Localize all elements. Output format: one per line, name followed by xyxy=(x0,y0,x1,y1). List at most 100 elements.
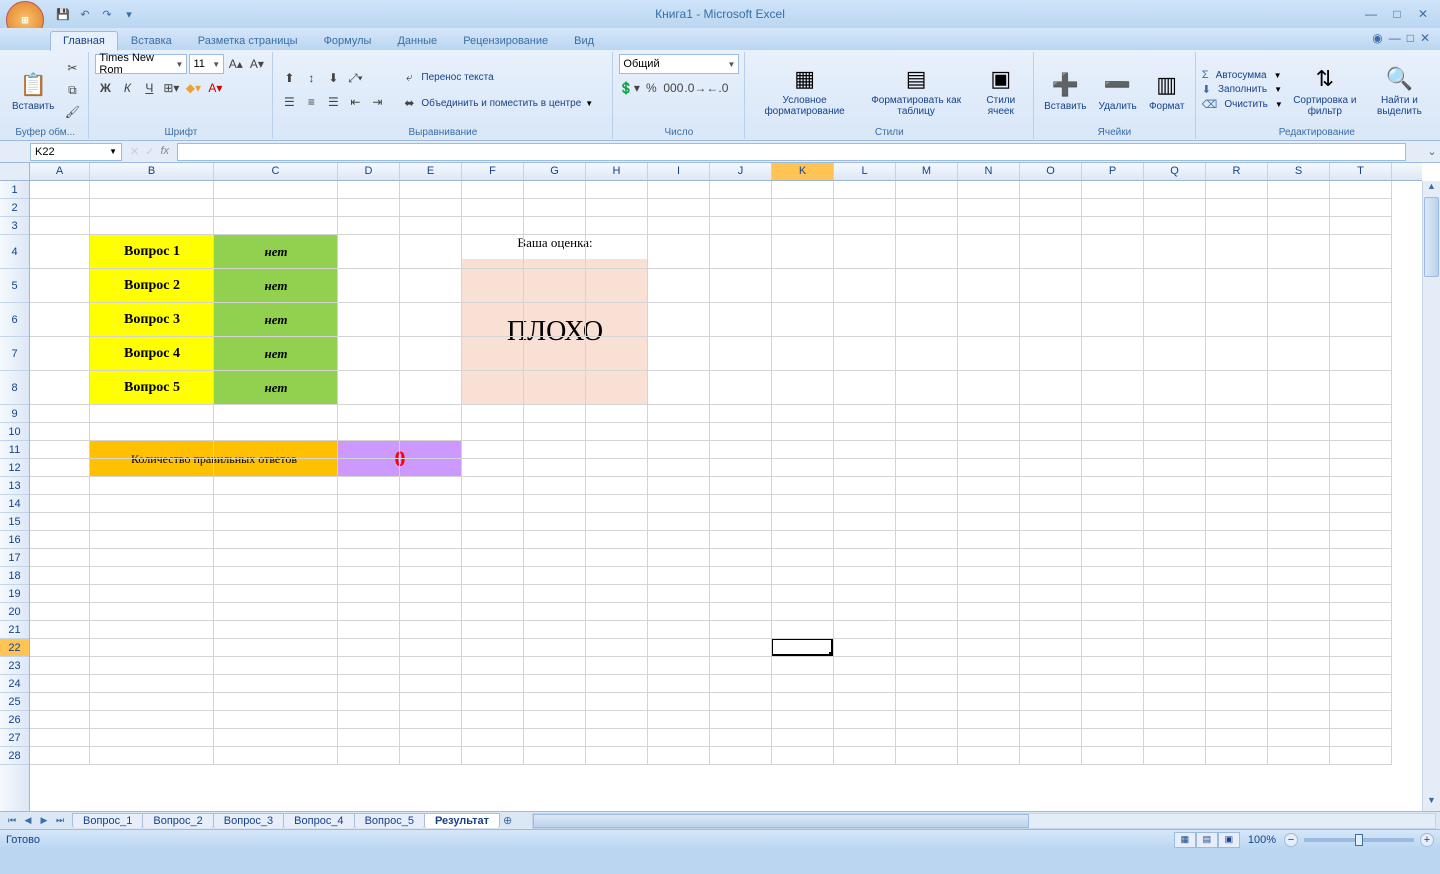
row-header-26[interactable]: 26 xyxy=(0,711,29,729)
row-header-17[interactable]: 17 xyxy=(0,549,29,567)
format-painter-icon[interactable]: 🖌 xyxy=(62,102,82,122)
number-format-combo[interactable]: Общий▼ xyxy=(619,54,739,74)
column-headers[interactable]: ABCDEFGHIJKLMNOPQRST xyxy=(30,163,1422,181)
tab-view[interactable]: Вид xyxy=(561,31,607,51)
row-header-19[interactable]: 19 xyxy=(0,585,29,603)
border-icon[interactable]: ⊞▾ xyxy=(161,78,181,98)
select-all-corner[interactable] xyxy=(0,163,30,181)
shrink-font-icon[interactable]: A▾ xyxy=(247,54,266,74)
row-header-24[interactable]: 24 xyxy=(0,675,29,693)
ribbon-close-icon[interactable]: ✕ xyxy=(1420,31,1430,45)
dec-decimal-icon[interactable]: ←.0 xyxy=(707,78,727,98)
close-button[interactable]: ✕ xyxy=(1412,6,1434,22)
grow-font-icon[interactable]: A▴ xyxy=(226,54,245,74)
fill-color-icon[interactable]: ◆▾ xyxy=(183,78,203,98)
percent-icon[interactable]: % xyxy=(641,78,661,98)
col-header-o[interactable]: O xyxy=(1020,163,1082,180)
sheet-tab-результат[interactable]: Результат xyxy=(424,813,500,828)
underline-button[interactable]: Ч xyxy=(139,78,159,98)
tab-home[interactable]: Главная xyxy=(50,31,118,51)
col-header-j[interactable]: J xyxy=(710,163,772,180)
row-header-27[interactable]: 27 xyxy=(0,729,29,747)
row-header-25[interactable]: 25 xyxy=(0,693,29,711)
minimize-button[interactable]: ― xyxy=(1360,6,1382,22)
row-header-3[interactable]: 3 xyxy=(0,217,29,235)
italic-button[interactable]: К xyxy=(117,78,137,98)
row-header-23[interactable]: 23 xyxy=(0,657,29,675)
sheet-nav-next-icon[interactable]: ▶ xyxy=(36,815,52,826)
col-header-r[interactable]: R xyxy=(1206,163,1268,180)
row-header-12[interactable]: 12 xyxy=(0,459,29,477)
tab-data[interactable]: Данные xyxy=(384,31,450,51)
col-header-l[interactable]: L xyxy=(834,163,896,180)
sheet-tab-вопрос_4[interactable]: Вопрос_4 xyxy=(283,813,354,828)
save-icon[interactable]: 💾 xyxy=(54,5,72,23)
help-icon[interactable]: ◉ xyxy=(1372,31,1382,45)
row-header-16[interactable]: 16 xyxy=(0,531,29,549)
font-color-icon[interactable]: A▾ xyxy=(205,78,225,98)
cut-icon[interactable]: ✂ xyxy=(62,58,82,78)
ribbon-minimize-icon[interactable]: ― xyxy=(1389,31,1401,45)
col-header-d[interactable]: D xyxy=(338,163,400,180)
col-header-i[interactable]: I xyxy=(648,163,710,180)
col-header-n[interactable]: N xyxy=(958,163,1020,180)
row-header-15[interactable]: 15 xyxy=(0,513,29,531)
orientation-icon[interactable]: ⤢▾ xyxy=(345,68,365,88)
sheet-nav-prev-icon[interactable]: ◀ xyxy=(20,815,36,826)
hscroll-thumb[interactable] xyxy=(533,814,1029,828)
expand-formula-bar-icon[interactable]: ⌄ xyxy=(1424,145,1440,158)
paste-button[interactable]: 📋 Вставить xyxy=(8,54,58,126)
indent-dec-icon[interactable]: ⇤ xyxy=(345,92,365,112)
col-header-t[interactable]: T xyxy=(1330,163,1392,180)
sheet-tab-вопрос_1[interactable]: Вопрос_1 xyxy=(72,813,143,828)
view-page-break-icon[interactable]: ▣ xyxy=(1218,832,1240,848)
zoom-level[interactable]: 100% xyxy=(1248,834,1276,846)
autosum-button[interactable]: Σ Автосумма ▼ xyxy=(1202,69,1283,81)
enter-formula-icon[interactable]: ✓ xyxy=(145,145,154,158)
cells-area[interactable]: Вопрос 1 нет Вопрос 2 нет Вопрос 3 нет В… xyxy=(30,181,1422,811)
align-center-icon[interactable]: ≡ xyxy=(301,92,321,112)
tab-insert[interactable]: Вставка xyxy=(118,31,185,51)
col-header-q[interactable]: Q xyxy=(1144,163,1206,180)
font-size-combo[interactable]: 11▼ xyxy=(189,54,224,74)
row-header-6[interactable]: 6 xyxy=(0,303,29,337)
sort-filter-button[interactable]: ⇅Сортировка и фильтр xyxy=(1287,54,1363,126)
col-header-s[interactable]: S xyxy=(1268,163,1330,180)
view-page-layout-icon[interactable]: ▤ xyxy=(1196,832,1218,848)
zoom-in-button[interactable]: + xyxy=(1420,833,1434,847)
scroll-up-icon[interactable]: ▲ xyxy=(1423,181,1440,197)
wrap-text-button[interactable]: ⤶Перенос текста xyxy=(399,67,593,87)
tab-formulas[interactable]: Формулы xyxy=(311,31,385,51)
new-sheet-icon[interactable]: ⊕ xyxy=(503,814,512,827)
align-left-icon[interactable]: ☰ xyxy=(279,92,299,112)
sheet-tab-вопрос_2[interactable]: Вопрос_2 xyxy=(142,813,213,828)
ribbon-restore-icon[interactable]: □ xyxy=(1407,31,1414,45)
row-header-20[interactable]: 20 xyxy=(0,603,29,621)
fill-button[interactable]: ⬇ Заполнить ▼ xyxy=(1202,83,1283,96)
row-header-18[interactable]: 18 xyxy=(0,567,29,585)
clear-button[interactable]: ⌫ Очистить ▼ xyxy=(1202,98,1283,111)
insert-cells-button[interactable]: ➕Вставить xyxy=(1040,54,1090,126)
qat-dropdown-icon[interactable]: ▾ xyxy=(120,5,138,23)
align-top-icon[interactable]: ⬆ xyxy=(279,68,299,88)
view-normal-icon[interactable]: ▦ xyxy=(1174,832,1196,848)
formula-input[interactable] xyxy=(177,143,1406,161)
col-header-m[interactable]: M xyxy=(896,163,958,180)
conditional-formatting-button[interactable]: ▦Условное форматирование xyxy=(751,54,857,126)
vertical-scrollbar[interactable]: ▲ ▼ xyxy=(1422,181,1440,811)
find-select-button[interactable]: 🔍Найти и выделить xyxy=(1367,54,1432,126)
align-right-icon[interactable]: ☰ xyxy=(323,92,343,112)
row-header-28[interactable]: 28 xyxy=(0,747,29,765)
comma-icon[interactable]: 000 xyxy=(663,78,683,98)
col-header-c[interactable]: C xyxy=(214,163,338,180)
row-header-10[interactable]: 10 xyxy=(0,423,29,441)
row-headers[interactable]: 1234567891011121314151617181920212223242… xyxy=(0,181,30,811)
col-header-h[interactable]: H xyxy=(586,163,648,180)
row-header-11[interactable]: 11 xyxy=(0,441,29,459)
name-box[interactable]: K22▼ xyxy=(30,143,122,161)
undo-icon[interactable]: ↶ xyxy=(76,5,94,23)
sheet-tab-вопрос_3[interactable]: Вопрос_3 xyxy=(213,813,284,828)
sheet-nav-first-icon[interactable]: ⏮ xyxy=(4,815,20,826)
worksheet-grid[interactable]: ABCDEFGHIJKLMNOPQRST 1234567891011121314… xyxy=(0,163,1440,811)
delete-cells-button[interactable]: ➖Удалить xyxy=(1095,54,1141,126)
